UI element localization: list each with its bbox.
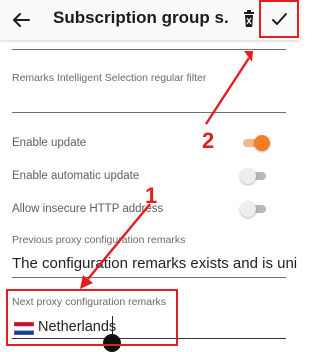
remarks-filter-input[interactable]: [12, 88, 286, 110]
annotation-number-2: 2: [202, 128, 215, 153]
page-title: Subscription group s...: [53, 8, 229, 27]
remarks-filter-label: Remarks Intelligent Selection regular fi…: [12, 72, 207, 84]
insecure-http-switch[interactable]: [240, 201, 270, 217]
setting-enable-update-label: Enable update: [12, 137, 87, 149]
previous-proxy-input[interactable]: The configuration remarks exists and is …: [12, 255, 298, 272]
previous-proxy-label: Previous proxy configuration remarks: [12, 234, 186, 246]
setting-insecure-http-label: Allow insecure HTTP address: [12, 203, 164, 215]
back-button[interactable]: [6, 5, 36, 35]
confirm-highlight-box: [259, 0, 299, 38]
auto-update-switch[interactable]: [240, 168, 270, 184]
setting-auto-update-label: Enable automatic update: [12, 170, 140, 182]
switch-thumb: [254, 135, 270, 151]
next-proxy-highlight-box: [6, 289, 178, 346]
switch-thumb: [240, 201, 256, 217]
app-bar: Subscription group s...: [0, 0, 300, 40]
enable-update-switch[interactable]: [240, 135, 270, 151]
field-underline-top: [12, 49, 286, 50]
annotation-number-1: 1: [145, 183, 158, 208]
previous-proxy-underline: [12, 277, 286, 278]
arrow-left-icon: [13, 13, 30, 27]
remarks-filter-underline: [12, 112, 286, 113]
switch-thumb: [240, 168, 256, 184]
